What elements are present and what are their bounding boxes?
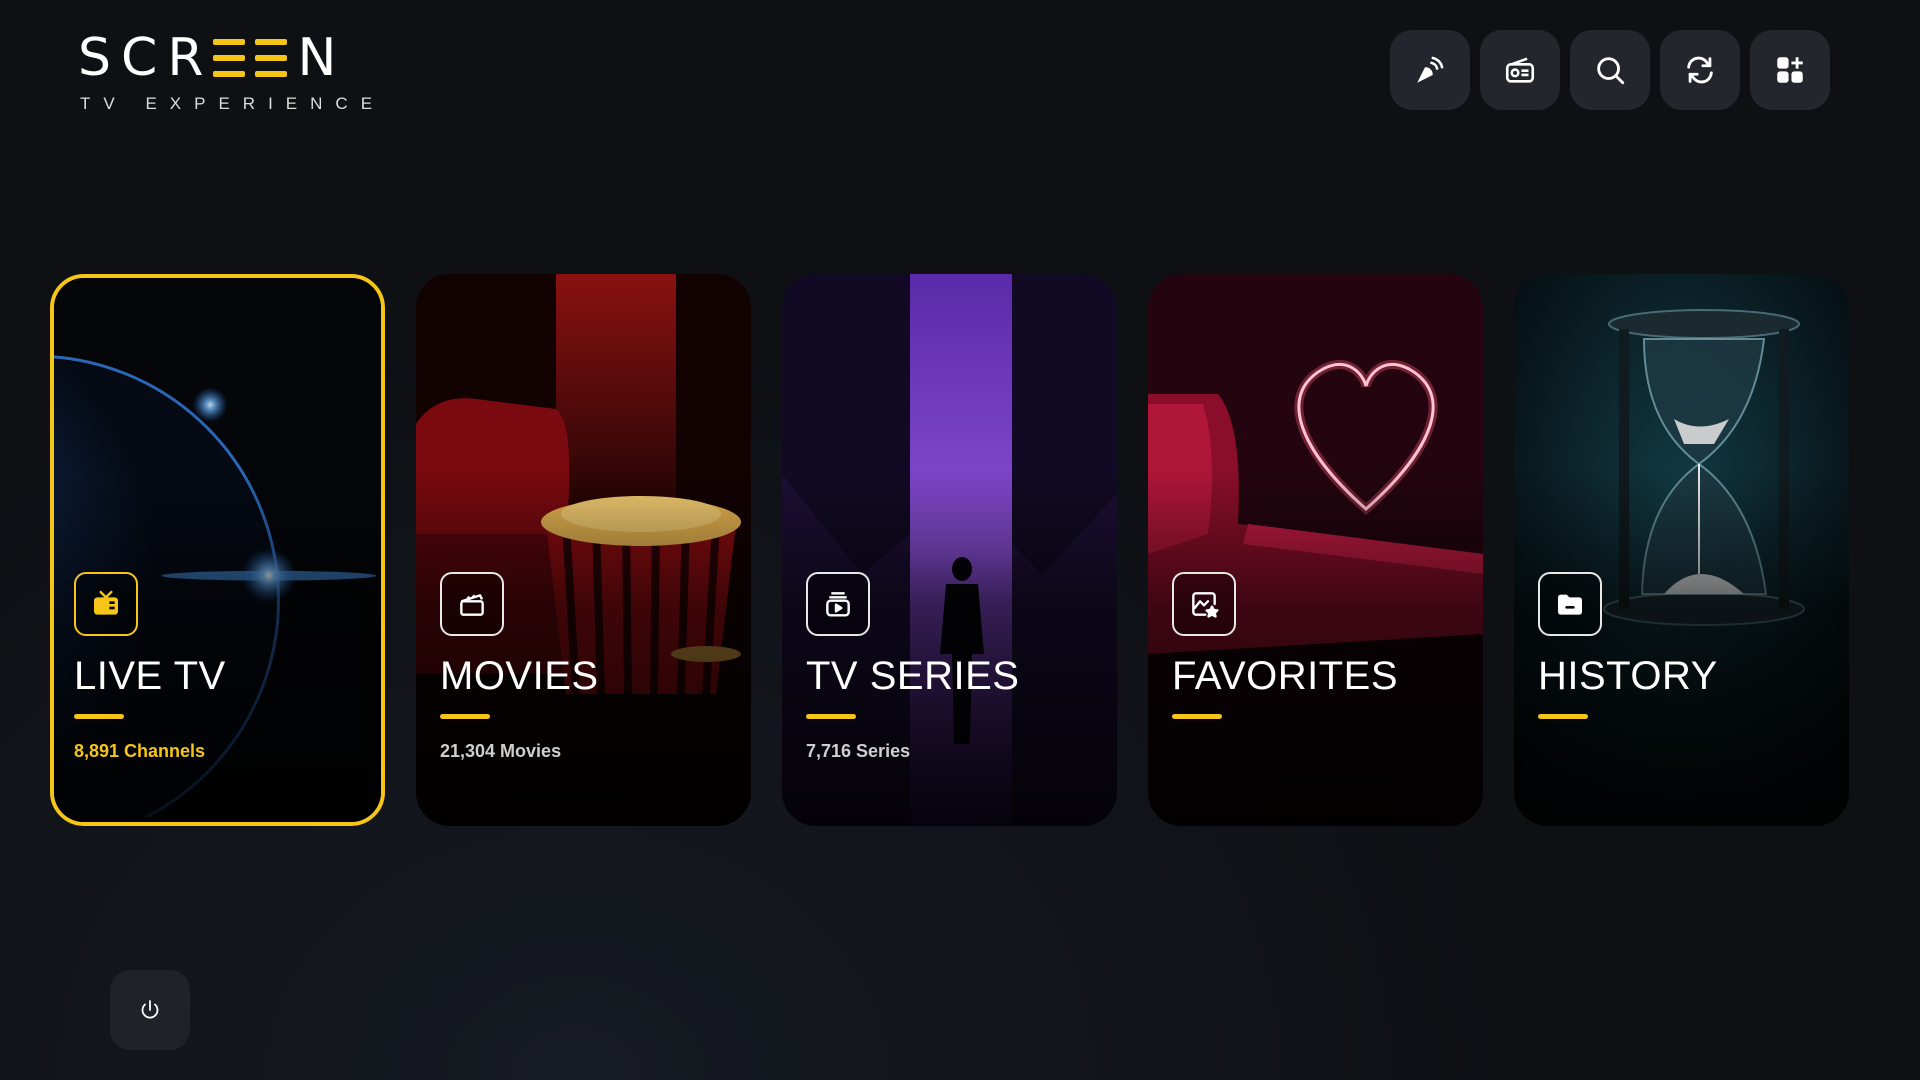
power-icon — [141, 1000, 159, 1019]
card-content: HISTORY — [1538, 572, 1829, 741]
card-icon-frame — [74, 572, 138, 636]
card-count: 7,716 Series — [806, 741, 911, 761]
category-cards: LIVE TV 8,891 Channels MOVIES 21,304 Mov… — [50, 274, 1849, 826]
card-title: TV SERIES — [806, 654, 1020, 698]
favorite-image-icon — [1192, 592, 1219, 618]
card-content: MOVIES 21,304 Movies — [440, 572, 731, 762]
apps-button[interactable] — [1750, 30, 1830, 110]
broadcast-button[interactable] — [1390, 30, 1470, 110]
logo-text-end: N — [297, 28, 347, 88]
search-icon — [1597, 57, 1625, 85]
home-screen: SCR N TV EXPERIENCE LIVE TV 8,891 Channe… — [0, 0, 1920, 1080]
card-title: LIVE TV — [74, 654, 226, 698]
card-icon-frame — [806, 572, 870, 636]
card-shade — [1514, 274, 1849, 826]
card-icon-frame — [1172, 572, 1236, 636]
top-toolbar — [1390, 30, 1830, 110]
search-button[interactable] — [1570, 30, 1650, 110]
radio-icon — [1505, 57, 1535, 83]
card-live-tv[interactable]: LIVE TV 8,891 Channels — [50, 274, 385, 826]
card-underline — [440, 714, 490, 719]
card-content: LIVE TV 8,891 Channels — [74, 572, 361, 762]
card-icon-frame — [1538, 572, 1602, 636]
apps-add-icon — [1777, 57, 1803, 83]
radio-button[interactable] — [1480, 30, 1560, 110]
app-logo: SCR N TV EXPERIENCE — [78, 32, 385, 114]
logo-e-mark — [213, 39, 246, 77]
card-content: TV SERIES 7,716 Series — [806, 572, 1097, 762]
card-icon-frame — [440, 572, 504, 636]
card-underline — [74, 714, 124, 719]
card-count: 21,304 Movies — [440, 741, 562, 761]
card-title: MOVIES — [440, 654, 599, 698]
card-underline — [1538, 714, 1588, 719]
card-underline — [806, 714, 856, 719]
refresh-icon — [1687, 56, 1713, 84]
logo-text-start: SCR — [78, 28, 214, 88]
refresh-button[interactable] — [1660, 30, 1740, 110]
card-favorites[interactable]: FAVORITES — [1148, 274, 1483, 826]
tv-icon — [94, 590, 118, 615]
card-movies[interactable]: MOVIES 21,304 Movies — [416, 274, 751, 826]
broadcast-icon — [1417, 56, 1444, 83]
logo-tagline: TV EXPERIENCE — [80, 94, 386, 113]
clapperboard-icon — [460, 594, 484, 616]
folder-icon — [1558, 594, 1582, 615]
card-count: 8,891 Channels — [74, 741, 206, 761]
logo-e-mark — [255, 39, 288, 77]
power-button[interactable] — [110, 970, 190, 1050]
card-underline — [1172, 714, 1222, 719]
card-history[interactable]: HISTORY — [1514, 274, 1849, 826]
logo-wordmark: SCR N — [78, 32, 385, 84]
card-title: HISTORY — [1538, 654, 1718, 698]
card-shade — [1148, 274, 1483, 826]
card-title: FAVORITES — [1172, 654, 1399, 698]
card-content: FAVORITES — [1172, 572, 1463, 741]
play-stack-icon — [826, 592, 850, 617]
card-tv-series[interactable]: TV SERIES 7,716 Series — [782, 274, 1117, 826]
